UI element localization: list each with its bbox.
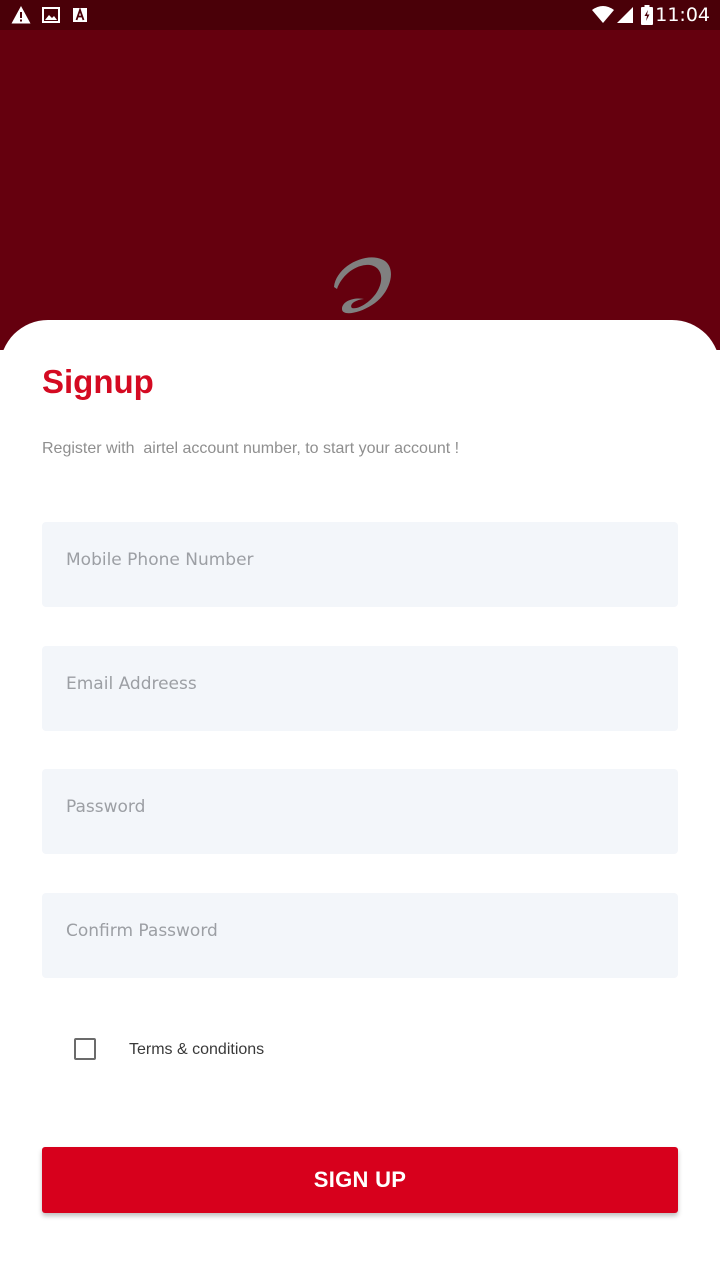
mobile-number-input[interactable] bbox=[42, 522, 678, 607]
status-bar: 11:04 bbox=[0, 0, 720, 30]
password-input[interactable] bbox=[42, 769, 678, 854]
signup-button[interactable]: SIGN UP bbox=[42, 1147, 678, 1213]
password-field-container bbox=[42, 769, 678, 854]
wifi-icon bbox=[592, 6, 614, 23]
airtel-logo-icon bbox=[334, 257, 391, 314]
signup-screen: 11:04 Signup Register with airtel accoun… bbox=[0, 0, 720, 1280]
image-icon bbox=[42, 7, 60, 23]
confirm-password-input[interactable] bbox=[42, 893, 678, 978]
font-icon bbox=[73, 7, 87, 22]
email-field-container bbox=[42, 646, 678, 731]
terms-label[interactable]: Terms & conditions bbox=[129, 1039, 264, 1061]
battery-icon bbox=[641, 5, 653, 25]
terms-checkbox[interactable] bbox=[74, 1038, 96, 1060]
page-title: Signup bbox=[42, 363, 154, 400]
page-subtitle: Register with airtel account number, to … bbox=[42, 440, 460, 457]
status-time: 11:04 bbox=[655, 4, 710, 26]
signal-icon bbox=[617, 7, 633, 23]
confirm-password-field-container bbox=[42, 893, 678, 978]
mobile-number-field-container bbox=[42, 522, 678, 607]
warning-icon bbox=[11, 6, 31, 24]
email-input[interactable] bbox=[42, 646, 678, 731]
